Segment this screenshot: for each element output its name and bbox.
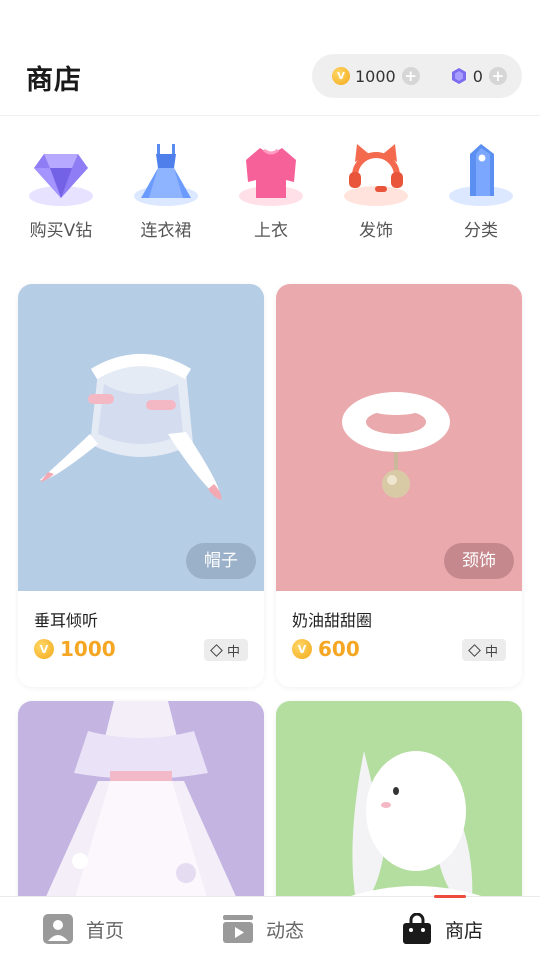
product-tag: 颈饰 [444, 543, 514, 579]
category-hair-accessory[interactable]: 发饰 [331, 140, 421, 241]
product-price: V 600 [292, 637, 360, 661]
category-classify[interactable]: 分类 [436, 140, 526, 241]
coin-icon: V [292, 639, 312, 659]
category-label: 上衣 [254, 221, 288, 241]
category-buy-diamond[interactable]: 购买V钻 [16, 140, 106, 241]
diamond-icon [26, 140, 96, 210]
product-price-value: 1000 [60, 637, 116, 661]
product-tag: 帽子 [186, 543, 256, 579]
nav-label: 首页 [86, 919, 125, 942]
product-price-value: 600 [318, 637, 360, 661]
category-top[interactable]: 上衣 [226, 140, 316, 241]
size-badge: 中 [203, 639, 248, 661]
home-icon [43, 914, 73, 944]
coin-balance: V 1000 + [332, 67, 420, 86]
category-label: 发饰 [359, 221, 393, 241]
product-name: 垂耳倾听 [34, 611, 99, 630]
shopping-bag-icon [403, 913, 431, 944]
nav-item-home[interactable]: 首页 [42, 897, 124, 960]
category-dress[interactable]: 连衣裙 [121, 140, 211, 241]
add-gem-button[interactable]: + [488, 67, 507, 85]
coin-icon: V [332, 67, 350, 85]
product-image: 帽子 [18, 284, 264, 591]
shirt-icon [236, 140, 306, 210]
product-price: V 1000 [34, 637, 116, 661]
nav-label: 动态 [266, 919, 305, 942]
gem-balance-value: 0 [472, 66, 483, 86]
size-badge: 中 [461, 639, 506, 661]
nav-item-feed[interactable]: 动态 [222, 897, 304, 960]
diamond-outline-icon [210, 643, 223, 657]
wallet-bar: V 1000 + 0 + [312, 54, 522, 98]
product-card[interactable]: 颈饰 奶油甜甜圈 V 600 中 [276, 284, 522, 687]
price-tag-icon [446, 140, 516, 210]
product-name: 奶油甜甜圈 [292, 611, 373, 630]
product-info: 奶油甜甜圈 V 600 中 [276, 591, 522, 687]
bottom-nav: 首页 动态 商店 [0, 895, 540, 960]
page-title: 商店 [26, 65, 82, 96]
coin-balance-value: 1000 [355, 66, 396, 86]
nav-item-shop[interactable]: 商店 [401, 897, 483, 960]
header: 商店 V 1000 + 0 + [0, 0, 540, 116]
add-coin-button[interactable]: + [401, 67, 420, 85]
gem-icon [450, 67, 468, 85]
gem-balance: 0 + [450, 67, 507, 86]
diamond-outline-icon [468, 643, 481, 657]
product-image: 颈饰 [276, 284, 522, 591]
category-label: 购买V钻 [29, 221, 93, 241]
dress-icon [131, 140, 201, 210]
cat-ear-headphones-icon [341, 140, 411, 210]
category-label: 分类 [464, 221, 498, 241]
product-info: 垂耳倾听 V 1000 中 [18, 591, 264, 687]
coin-icon: V [34, 639, 54, 659]
video-feed-icon [223, 915, 253, 943]
nav-label: 商店 [445, 919, 484, 942]
product-card[interactable]: 帽子 垂耳倾听 V 1000 中 [18, 284, 264, 687]
category-row: 购买V钻 连衣裙 上衣 发饰 分类 [0, 140, 540, 250]
category-label: 连衣裙 [140, 221, 192, 241]
